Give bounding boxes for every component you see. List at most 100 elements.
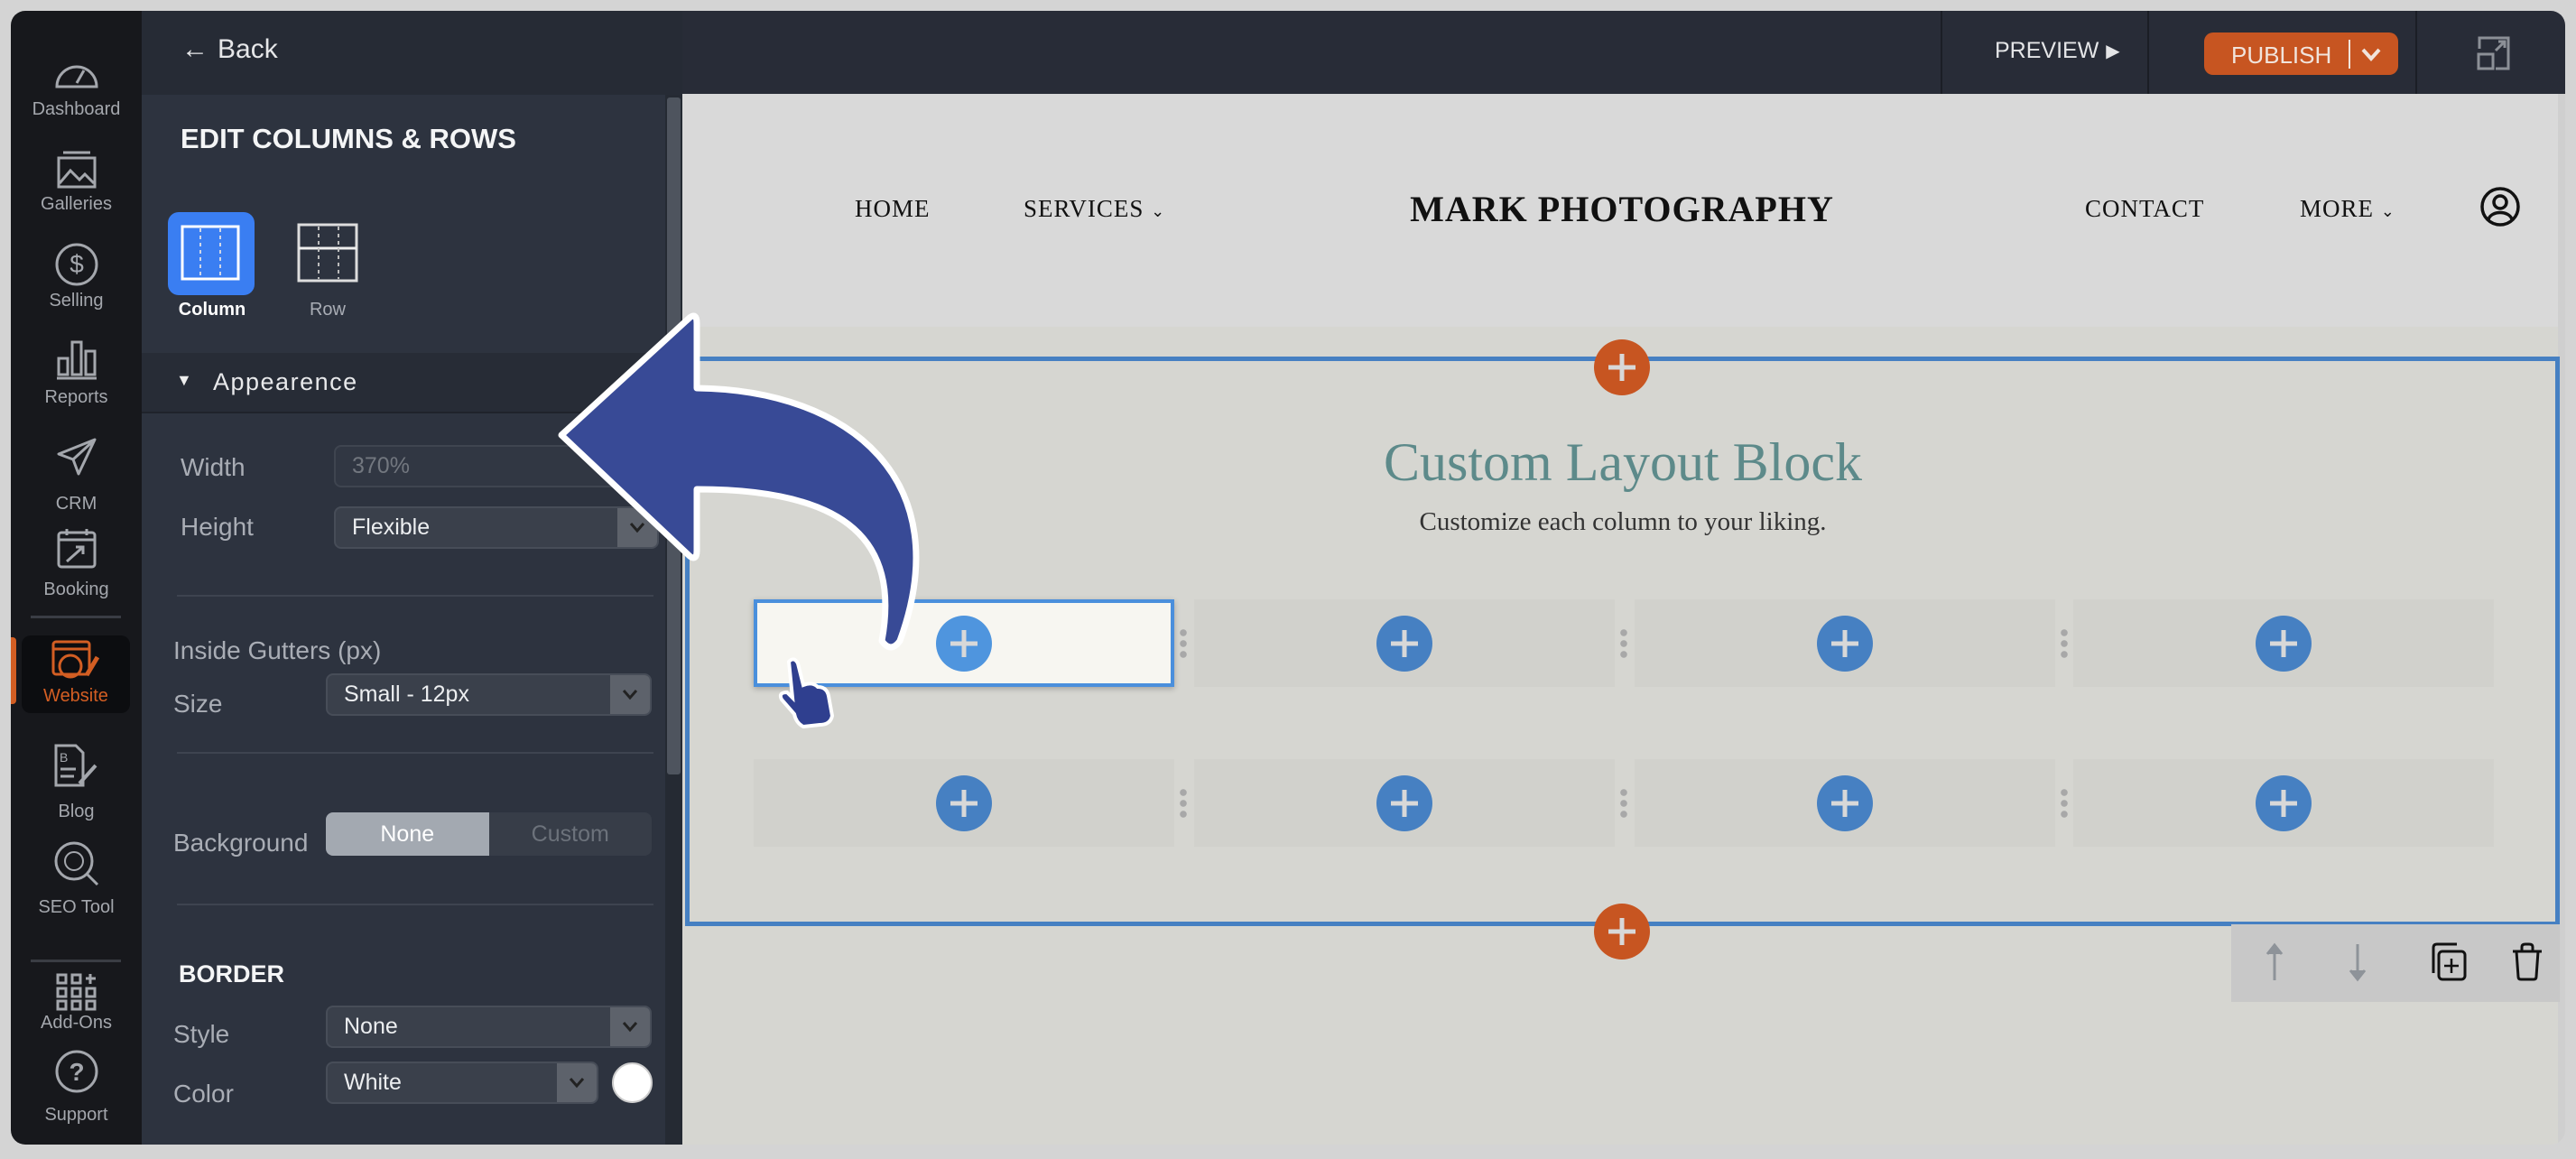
size-select[interactable]: Small - 12px (326, 673, 652, 716)
back-button[interactable]: ← Back (181, 34, 278, 65)
column-layout-icon (181, 225, 240, 281)
nav-dashboard[interactable]: Dashboard (11, 45, 142, 135)
row-layout-icon[interactable] (297, 223, 358, 283)
nav-label: CRM (55, 494, 97, 514)
bar-chart-icon (56, 340, 97, 380)
chevron-down-icon[interactable] (2358, 43, 2385, 65)
add-ons-grid-icon (56, 973, 96, 1011)
border-title: BORDER (179, 960, 285, 987)
chevron-down-icon (610, 675, 650, 714)
chevron-down-icon (617, 508, 657, 547)
panel-scrollbar-thumb[interactable] (667, 97, 681, 774)
size-label: Size (173, 690, 223, 718)
site-nav-home[interactable]: HOME (855, 195, 931, 223)
caret-down-icon: ▼ (176, 371, 192, 389)
nav-reports[interactable]: Reports (11, 333, 142, 423)
user-account-icon[interactable] (2479, 186, 2521, 227)
services-label: SERVICES (1024, 195, 1144, 222)
add-element-button[interactable] (936, 615, 992, 672)
panel-title: EDIT COLUMNS & ROWS (181, 123, 516, 154)
help-circle-icon: ? (55, 1050, 97, 1093)
background-custom-option[interactable]: Custom (489, 812, 653, 856)
height-label: Height (181, 513, 254, 541)
column-resize-handle[interactable] (1620, 786, 1627, 820)
mode-row-label[interactable]: Row (292, 300, 364, 320)
divider (2147, 11, 2149, 94)
add-element-button[interactable] (1376, 774, 1432, 831)
add-element-button[interactable] (1817, 774, 1873, 831)
gallery-image-icon (57, 151, 96, 189)
preview-button[interactable]: PREVIEW ▶ (1995, 38, 2120, 64)
add-element-button[interactable] (2256, 774, 2312, 831)
add-element-button[interactable] (936, 774, 992, 831)
divider (177, 752, 653, 754)
nav-crm[interactable]: CRM (11, 431, 142, 521)
site-nav-services[interactable]: SERVICES ⌄ (1024, 195, 1165, 223)
site-nav-more[interactable]: MORE ⌄ (2300, 195, 2395, 223)
nav-label: Reports (44, 387, 108, 407)
nav-label: Selling (49, 291, 104, 311)
background-label: Background (173, 829, 309, 857)
nav-seo-tool[interactable]: SEO Tool (11, 839, 142, 930)
mode-column-button[interactable] (168, 212, 255, 295)
nav-label: Support (44, 1105, 108, 1125)
divider (2415, 11, 2417, 94)
nav-label: Galleries (41, 194, 112, 214)
add-element-button[interactable] (1817, 615, 1873, 672)
nav-selling[interactable]: $ Selling (11, 236, 142, 327)
move-up-arrow-icon[interactable] (2264, 942, 2285, 982)
height-select[interactable]: Flexible (334, 506, 659, 549)
width-label: Width (181, 453, 246, 481)
add-element-button[interactable] (1376, 615, 1432, 672)
inside-gutters-label: Inside Gutters (px) (173, 636, 382, 664)
dashboard-gauge-icon (54, 65, 98, 88)
duplicate-icon[interactable] (2428, 942, 2468, 982)
back-label: Back (218, 34, 278, 64)
background-toggle: None Custom (326, 812, 652, 856)
more-label: MORE (2300, 195, 2375, 222)
background-none-option[interactable]: None (326, 812, 489, 856)
nav-galleries[interactable]: Galleries (11, 142, 142, 232)
add-element-button[interactable] (2256, 615, 2312, 672)
nav-label: Blog (58, 802, 95, 821)
column-resize-handle[interactable] (1620, 626, 1627, 660)
site-logo[interactable]: MARK PHOTOGRAPHY (1410, 188, 1834, 230)
column-resize-handle[interactable] (2061, 786, 2068, 820)
nav-label: Add-Ons (41, 1013, 112, 1033)
add-section-above-button[interactable] (1594, 339, 1650, 395)
column-resize-handle[interactable] (2061, 626, 2068, 660)
panel-header: ← Back (142, 11, 682, 95)
dollar-circle-icon: $ (55, 243, 97, 286)
divider (177, 904, 653, 905)
appearance-section-toggle[interactable]: ▼ Appearence (142, 353, 665, 413)
nav-label: Booking (43, 580, 109, 599)
height-value: Flexible (352, 515, 431, 540)
size-value: Small - 12px (344, 681, 469, 707)
chevron-down-icon (557, 1063, 597, 1102)
expand-window-icon[interactable] (2476, 34, 2512, 72)
color-select[interactable]: White (326, 1062, 598, 1104)
color-value: White (344, 1070, 402, 1095)
blog-document-icon: B (54, 744, 97, 787)
style-select[interactable]: None (326, 1006, 652, 1048)
chevron-down-icon: ⌄ (1151, 202, 1166, 220)
nav-support[interactable]: ? Support (11, 1049, 142, 1139)
site-nav-contact[interactable]: CONTACT (2085, 195, 2204, 223)
nav-website[interactable]: Website (22, 635, 130, 713)
add-section-below-button[interactable] (1594, 904, 1650, 960)
width-input[interactable]: 370% (334, 445, 659, 487)
nav-blog[interactable]: B Blog (11, 744, 142, 834)
column-resize-handle[interactable] (1180, 626, 1187, 660)
nav-booking[interactable]: Booking (11, 524, 142, 614)
publish-divider (2349, 40, 2350, 69)
play-triangle-icon: ▶ (2106, 42, 2120, 61)
trash-icon[interactable] (2511, 942, 2544, 982)
move-down-arrow-icon[interactable] (2347, 942, 2368, 982)
active-indicator (11, 637, 16, 704)
website-globe-pencil-icon (51, 640, 100, 679)
publish-button[interactable]: PUBLISH (2204, 32, 2398, 75)
color-swatch[interactable] (612, 1062, 653, 1103)
nav-label: Dashboard (32, 99, 121, 119)
column-resize-handle[interactable] (1180, 786, 1187, 820)
appearance-label: Appearence (213, 368, 358, 395)
